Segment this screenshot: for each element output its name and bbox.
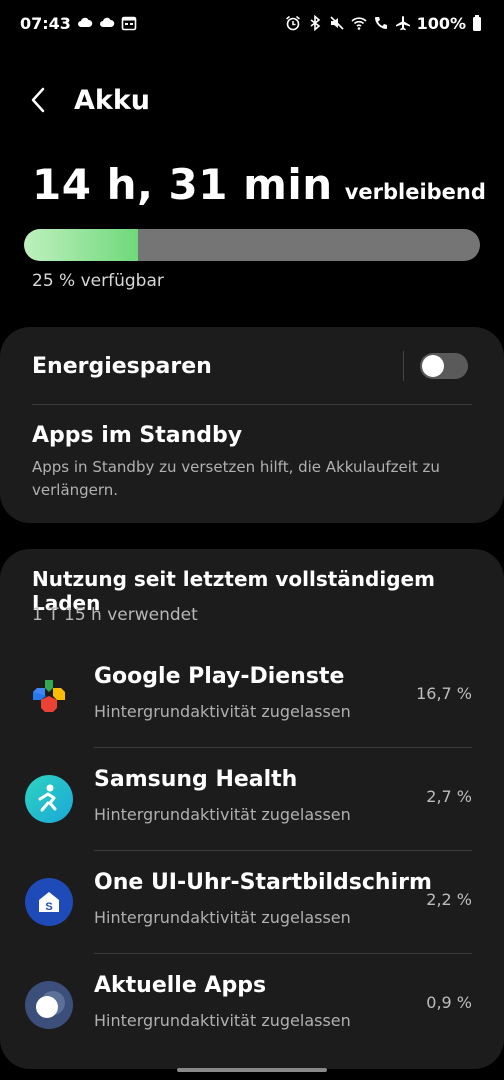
usage-subtitle: 1 T 15 h verwendet xyxy=(32,605,198,625)
svg-text:S: S xyxy=(45,901,52,913)
status-bar: 07:43 100% xyxy=(0,0,504,46)
cloud-icon xyxy=(99,15,115,31)
google-play-services-icon xyxy=(24,671,74,721)
battery-icon xyxy=(472,15,482,31)
power-saving-toggle[interactable] xyxy=(420,353,468,379)
battery-level-bar xyxy=(24,229,480,261)
remaining-time: 14 h, 31 min verbleibend xyxy=(32,160,486,209)
app-row-google-play-services[interactable]: Google Play-Dienste Hintergrundaktivität… xyxy=(0,646,504,748)
app-row-recent-apps[interactable]: Aktuelle Apps Hintergrundaktivität zugel… xyxy=(0,955,504,1057)
app-row-samsung-health[interactable]: Samsung Health Hintergrundaktivität zuge… xyxy=(0,749,504,851)
chevron-left-icon xyxy=(31,87,45,113)
page-header: Akku xyxy=(28,78,150,122)
divider xyxy=(403,351,404,381)
app-row-one-ui-home[interactable]: S One UI-Uhr-Startbildschirm Hintergrund… xyxy=(0,852,504,954)
wifi-call-icon xyxy=(373,15,389,31)
remaining-time-suffix: verbleibend xyxy=(344,180,486,204)
divider xyxy=(94,850,472,851)
app-name: Aktuelle Apps xyxy=(94,973,267,998)
app-name: Google Play-Dienste xyxy=(94,664,345,689)
home-indicator[interactable] xyxy=(177,1068,327,1072)
app-usage-percent: 2,7 % xyxy=(426,787,472,806)
apps-standby-description: Apps in Standby zu versetzen hilft, die … xyxy=(32,458,440,499)
app-status: Hintergrundaktivität zugelassen xyxy=(94,702,351,721)
usage-card: Nutzung seit letztem vollständigem Laden… xyxy=(0,549,504,1069)
apps-standby-title: Apps im Standby xyxy=(32,423,243,448)
power-saving-label: Energiesparen xyxy=(32,353,212,379)
recent-apps-icon xyxy=(24,980,74,1030)
divider xyxy=(94,747,472,748)
app-status: Hintergrundaktivität zugelassen xyxy=(94,908,351,927)
divider xyxy=(32,404,472,405)
app-usage-percent: 0,9 % xyxy=(426,993,472,1012)
app-name: Samsung Health xyxy=(94,767,298,792)
divider xyxy=(94,953,472,954)
battery-level-fill xyxy=(24,229,138,261)
bluetooth-icon xyxy=(307,15,323,31)
mute-icon xyxy=(329,15,345,31)
app-status: Hintergrundaktivität zugelassen xyxy=(94,1011,351,1030)
remaining-time-value: 14 h, 31 min xyxy=(32,160,333,209)
status-time: 07:43 xyxy=(20,13,71,33)
app-name: One UI-Uhr-Startbildschirm xyxy=(94,870,432,895)
power-saving-row[interactable]: Energiesparen xyxy=(32,347,468,385)
apps-standby-row[interactable]: Apps im Standby Apps in Standby zu verse… xyxy=(32,423,472,502)
app-usage-percent: 2,2 % xyxy=(426,890,472,909)
app-status: Hintergrundaktivität zugelassen xyxy=(94,805,351,824)
back-button[interactable] xyxy=(28,80,58,120)
toggle-knob xyxy=(422,355,444,377)
app-usage-percent: 16,7 % xyxy=(416,684,472,703)
one-ui-watch-icon: S xyxy=(24,877,74,927)
samsung-health-icon xyxy=(24,774,74,824)
cloud-icon xyxy=(77,15,93,31)
alarm-icon xyxy=(285,15,301,31)
energy-card: Energiesparen Apps im Standby Apps in St… xyxy=(0,327,504,523)
battery-available-text: 25 % verfügbar xyxy=(32,271,164,291)
calendar-icon xyxy=(121,15,137,31)
page-title: Akku xyxy=(74,84,151,116)
battery-percent: 100% xyxy=(416,13,466,33)
wifi-icon xyxy=(351,15,367,31)
airplane-icon xyxy=(395,15,411,31)
